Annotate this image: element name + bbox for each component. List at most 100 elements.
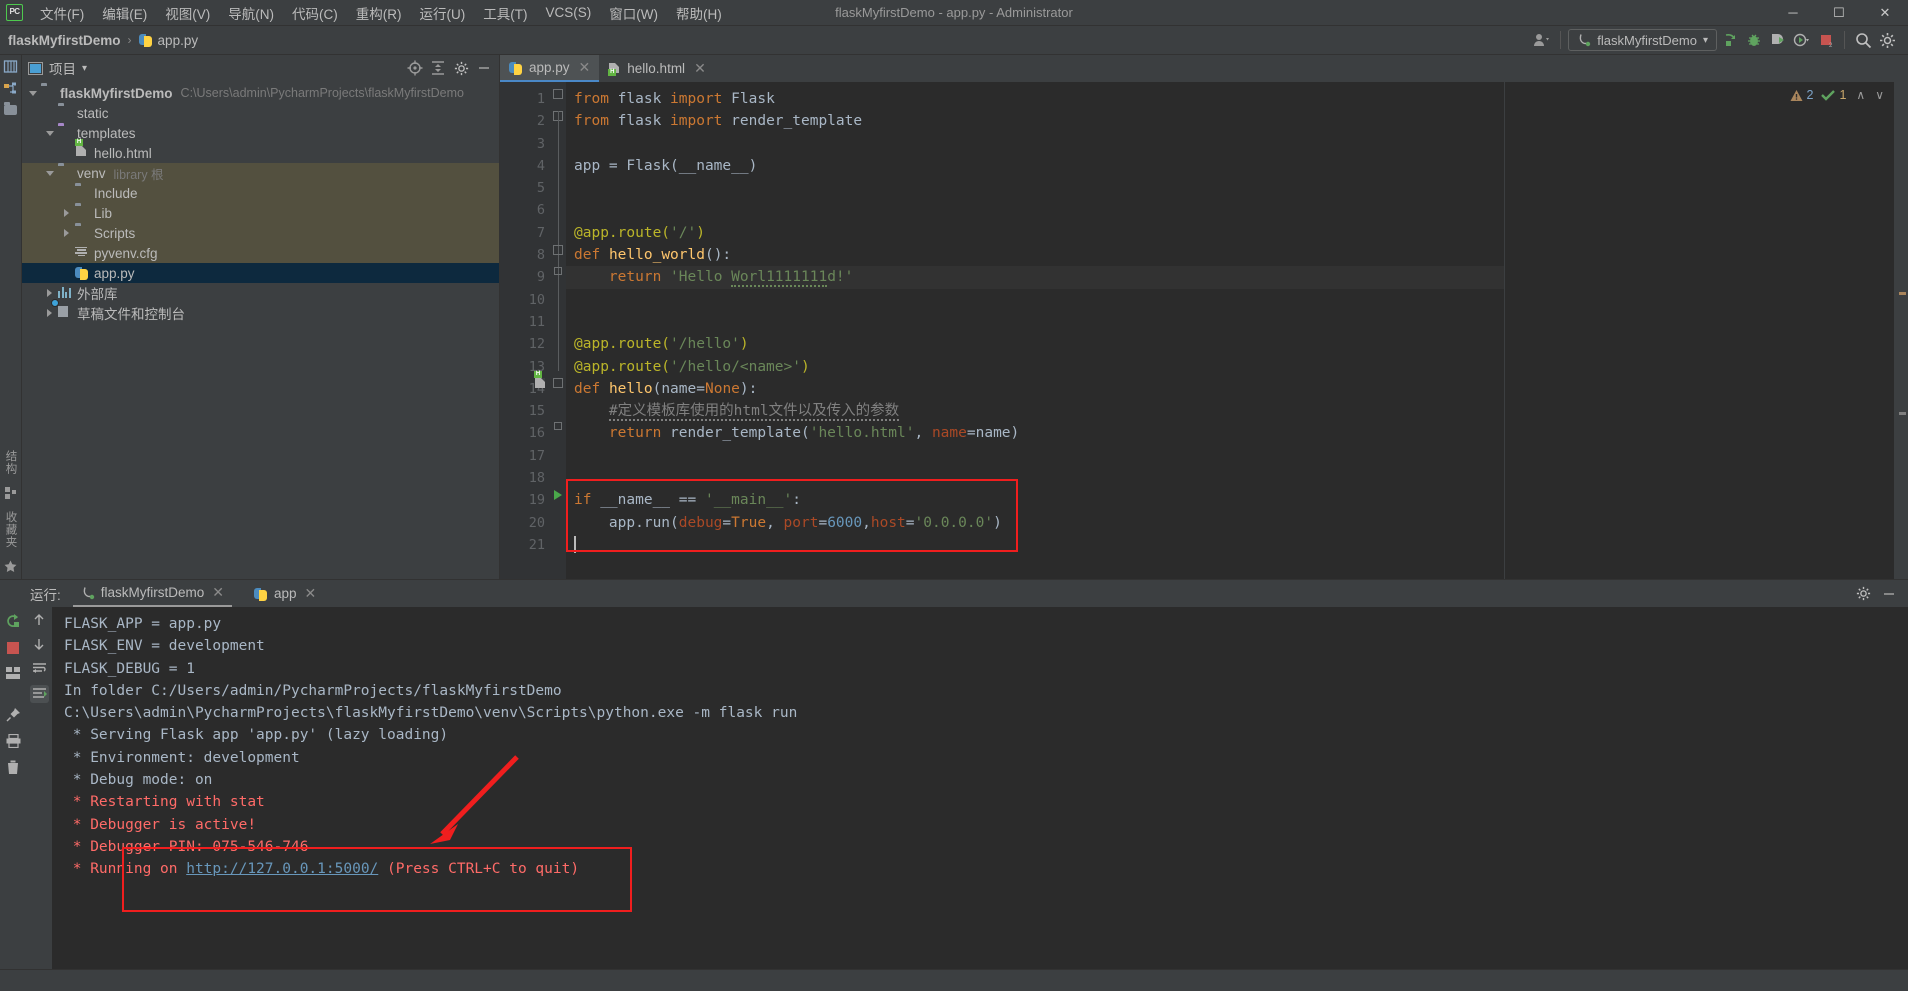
menu-refactor[interactable]: 重构(R): [347, 0, 411, 26]
line-number: 15: [528, 403, 545, 420]
line-number: 20: [528, 514, 545, 531]
run-gutter-icon[interactable]: [552, 489, 564, 501]
warning-marker[interactable]: [1899, 292, 1906, 295]
twisty-right-icon[interactable]: [60, 209, 73, 217]
tree-item-hello-html[interactable]: H hello.html: [22, 138, 499, 163]
tree-item-project-root[interactable]: flaskMyfirstDemo C:\Users\admin\PycharmP…: [22, 83, 499, 103]
pycharm-window: PC 文件(F) 编辑(E) 视图(V) 导航(N) 代码(C) 重构(R) 运…: [0, 0, 1908, 991]
menu-code[interactable]: 代码(C): [283, 0, 347, 26]
settings-gear-icon[interactable]: [1876, 29, 1898, 51]
breadcrumb-file[interactable]: app.py: [158, 33, 199, 48]
tree-item-lib[interactable]: Lib: [22, 203, 499, 223]
soft-wrap-icon[interactable]: [32, 661, 47, 675]
close-icon[interactable]: ✕: [212, 584, 224, 601]
close-icon[interactable]: ✕: [305, 585, 317, 602]
warning-count: 2: [1806, 88, 1814, 102]
favorites-rail-label[interactable]: 收藏夹: [3, 511, 19, 549]
flask-url-link[interactable]: http://127.0.0.1:5000/: [186, 861, 378, 877]
tree-item-label: app.py: [94, 265, 135, 281]
run-settings-gear-icon[interactable]: [1852, 583, 1874, 605]
tree-item-include[interactable]: Include: [22, 183, 499, 203]
run-icon[interactable]: [1719, 29, 1741, 51]
tree-item-pyvenv-cfg[interactable]: pyvenv.cfg: [22, 243, 499, 263]
project-tool-window-icon[interactable]: [3, 59, 18, 74]
stop-process-icon[interactable]: [6, 641, 20, 655]
fold-end-icon[interactable]: [554, 422, 562, 430]
fold-icon[interactable]: [553, 89, 563, 99]
tree-item-venv[interactable]: venv library 根: [22, 163, 499, 183]
editor-tab-hello-html[interactable]: H hello.html ✕: [599, 55, 715, 82]
twisty-down-icon[interactable]: [43, 130, 56, 136]
tree-item-app-py[interactable]: app.py: [22, 263, 499, 283]
maximize-button[interactable]: ☐: [1816, 0, 1862, 25]
favorites-star-icon[interactable]: [4, 560, 17, 573]
fold-icon[interactable]: [553, 378, 563, 388]
close-icon[interactable]: ✕: [579, 59, 591, 76]
editor-scrollbar[interactable]: [1894, 82, 1908, 579]
scroll-to-end-icon[interactable]: [29, 685, 49, 703]
close-button[interactable]: ✕: [1862, 0, 1908, 25]
tree-item-scratches[interactable]: 草稿文件和控制台: [22, 298, 499, 323]
minimize-button[interactable]: ─: [1770, 0, 1816, 25]
profile-icon[interactable]: [1791, 29, 1813, 51]
rerun-icon[interactable]: [5, 613, 21, 629]
structure-tool-window-icon[interactable]: [3, 81, 18, 96]
menu-vcs[interactable]: VCS(S): [537, 2, 601, 23]
twisty-down-icon[interactable]: [43, 170, 56, 176]
folder-tool-icon[interactable]: [4, 102, 17, 115]
run-coverage-icon[interactable]: [1767, 29, 1789, 51]
delete-icon[interactable]: [6, 760, 20, 775]
layout-icon[interactable]: [5, 667, 21, 679]
tree-item-templates[interactable]: templates: [22, 123, 499, 143]
tree-item-static[interactable]: static: [22, 103, 499, 123]
scroll-up-icon[interactable]: [32, 613, 46, 627]
user-dropdown-icon[interactable]: [1531, 29, 1553, 51]
scroll-down-icon[interactable]: [32, 637, 46, 651]
fold-end-icon[interactable]: [554, 267, 562, 275]
breadcrumb[interactable]: flaskMyfirstDemo › app.py: [4, 31, 202, 50]
twisty-down-icon[interactable]: [26, 90, 39, 96]
hide-panel-icon[interactable]: [473, 57, 495, 79]
code-text-area[interactable]: from flask import Flask from flask impor…: [566, 82, 1504, 579]
structure-rail-icon[interactable]: [4, 486, 17, 499]
twisty-right-icon[interactable]: [43, 289, 56, 297]
fold-icon[interactable]: [553, 245, 563, 255]
menu-file[interactable]: 文件(F): [31, 0, 93, 26]
twisty-right-icon[interactable]: [43, 309, 56, 317]
menu-edit[interactable]: 编辑(E): [93, 0, 156, 26]
menu-view[interactable]: 视图(V): [156, 0, 219, 26]
menu-run[interactable]: 运行(U): [411, 0, 475, 26]
tree-item-scripts[interactable]: Scripts: [22, 223, 499, 243]
project-settings-icon[interactable]: [450, 57, 472, 79]
console-output[interactable]: FLASK_APP = app.py FLASK_ENV = developme…: [52, 607, 1908, 969]
run-tab-flask[interactable]: flaskMyfirstDemo ✕: [72, 580, 233, 607]
project-panel-actions: [404, 57, 495, 79]
print-icon[interactable]: [6, 734, 21, 748]
debug-icon[interactable]: [1743, 29, 1765, 51]
collapse-all-icon[interactable]: [427, 57, 449, 79]
line-number: 21: [528, 536, 545, 553]
info-marker[interactable]: [1899, 412, 1906, 415]
run-tab-app[interactable]: app ✕: [246, 581, 324, 606]
tree-item-label: Scripts: [94, 225, 136, 241]
structure-rail-label[interactable]: 结构: [3, 450, 19, 475]
menu-tools[interactable]: 工具(T): [474, 0, 536, 26]
chevron-down-icon[interactable]: ▾: [82, 63, 87, 74]
search-icon[interactable]: [1852, 29, 1874, 51]
breadcrumb-project[interactable]: flaskMyfirstDemo: [8, 33, 121, 48]
stop-icon[interactable]: 2: [1815, 29, 1837, 51]
prev-problem-icon[interactable]: ∧: [1856, 88, 1865, 102]
scroll-from-source-icon[interactable]: [404, 57, 426, 79]
editor-tab-app-py[interactable]: app.py ✕: [500, 55, 600, 82]
tree-item-external-libraries[interactable]: 外部库: [22, 283, 499, 303]
menu-navigate[interactable]: 导航(N): [219, 0, 283, 26]
hide-run-panel-icon[interactable]: [1878, 583, 1900, 605]
pin-icon[interactable]: [5, 707, 21, 722]
next-problem-icon[interactable]: ∨: [1875, 88, 1884, 102]
menu-window[interactable]: 窗口(W): [600, 0, 667, 26]
twisty-right-icon[interactable]: [60, 229, 73, 237]
close-icon[interactable]: ✕: [694, 60, 706, 77]
menu-help[interactable]: 帮助(H): [667, 0, 731, 26]
run-configuration-selector[interactable]: flaskMyfirstDemo ▾: [1568, 29, 1717, 51]
code-line-2: from flask import render_template: [574, 113, 863, 130]
